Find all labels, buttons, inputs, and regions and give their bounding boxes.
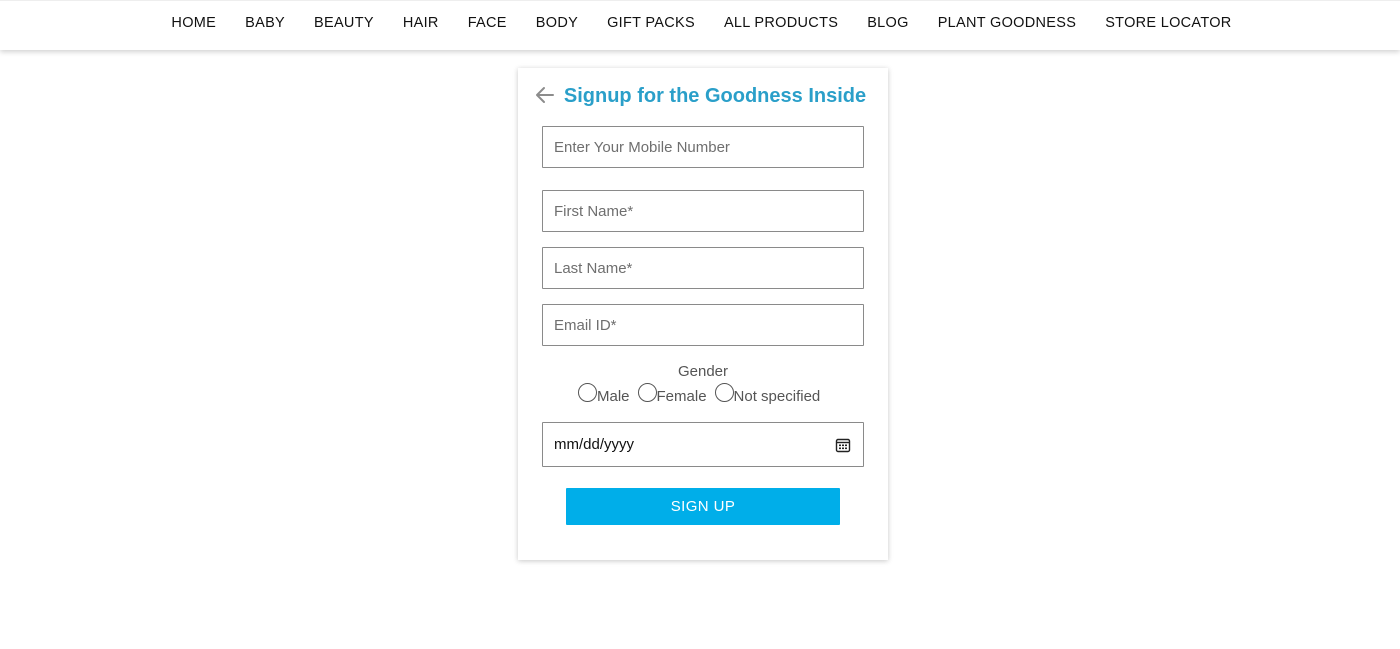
radio-label-not-specified: Not specified: [733, 387, 821, 405]
mobile-number-input[interactable]: [542, 126, 864, 168]
radio-male[interactable]: [578, 382, 597, 402]
main-menu: HOME BABY BEAUTY HAIR FACE BODY GIFT PAC…: [0, 13, 1400, 33]
nav-item-gift-packs[interactable]: GIFT PACKS: [607, 13, 695, 33]
calendar-icon[interactable]: [835, 437, 851, 453]
gender-option-female[interactable]: Female: [637, 382, 707, 405]
gender-option-male[interactable]: Male: [578, 382, 630, 405]
nav-item-beauty[interactable]: BEAUTY: [314, 13, 374, 33]
gender-label: Gender: [677, 363, 729, 380]
nav-item-face[interactable]: FACE: [468, 13, 507, 33]
signup-title: Signup for the Goodness Inside: [563, 85, 867, 107]
gender-option-not-specified[interactable]: Not specified: [714, 382, 821, 405]
radio-label-male: Male: [597, 387, 630, 405]
sign-up-button[interactable]: SIGN UP: [566, 488, 840, 525]
nav-item-all-products[interactable]: ALL PRODUCTS: [724, 13, 838, 33]
date-placeholder: mm/dd/yyyy: [554, 436, 635, 453]
nav-item-body[interactable]: BODY: [536, 13, 578, 33]
nav-item-home[interactable]: HOME: [171, 13, 216, 33]
signup-card: Signup for the Goodness Inside Gender Ma…: [518, 68, 888, 560]
last-name-input[interactable]: [542, 247, 864, 289]
nav-item-blog[interactable]: BLOG: [867, 13, 909, 33]
nav-item-hair[interactable]: HAIR: [403, 13, 439, 33]
email-input[interactable]: [542, 304, 864, 346]
gender-radio-group: Male Female Not specified: [578, 382, 828, 406]
first-name-input[interactable]: [542, 190, 864, 232]
nav-item-baby[interactable]: BABY: [245, 13, 285, 33]
radio-label-female: Female: [656, 387, 707, 405]
radio-female[interactable]: [637, 382, 657, 402]
nav-item-plant-goodness[interactable]: PLANT GOODNESS: [938, 13, 1077, 33]
date-of-birth-input[interactable]: mm/dd/yyyy: [542, 422, 864, 467]
radio-not-specified[interactable]: [714, 382, 734, 402]
top-navigation-bar: HOME BABY BEAUTY HAIR FACE BODY GIFT PAC…: [0, 0, 1400, 50]
nav-item-store-locator[interactable]: STORE LOCATOR: [1105, 13, 1231, 33]
